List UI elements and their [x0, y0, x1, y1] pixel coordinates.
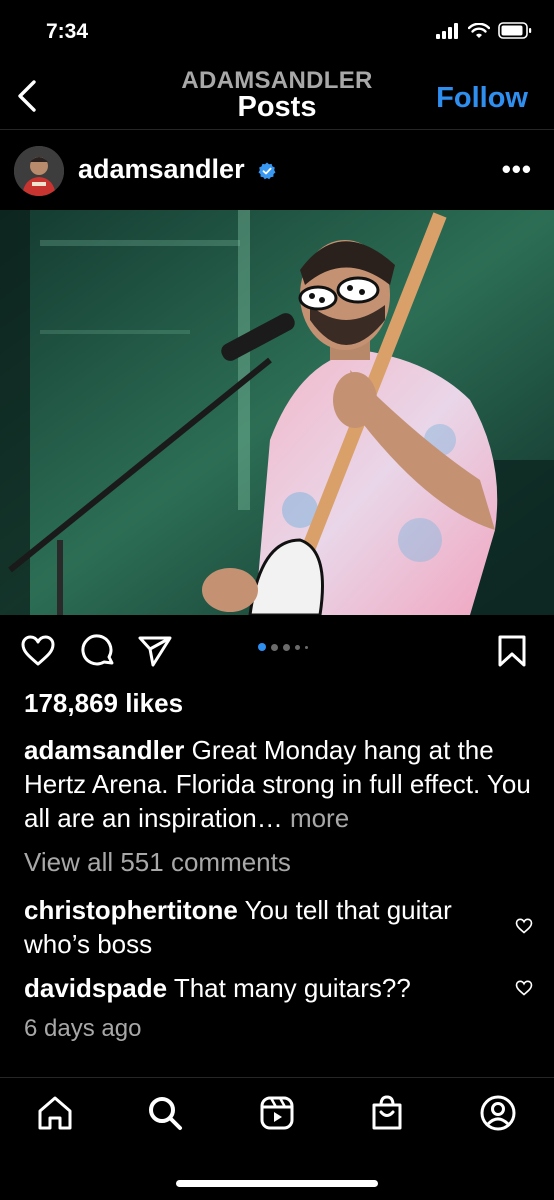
- bookmark-icon[interactable]: [494, 633, 530, 669]
- status-time: 7:34: [46, 20, 89, 43]
- wifi-icon: [468, 22, 490, 38]
- post-time-ago: 6 days ago: [24, 1015, 142, 1042]
- carousel-dot: [295, 644, 300, 650]
- carousel-indicator: [258, 643, 308, 651]
- shop-icon[interactable]: [368, 1094, 406, 1132]
- carousel-dot: [271, 643, 278, 651]
- home-indicator: [176, 1180, 378, 1187]
- profile-icon[interactable]: [479, 1094, 517, 1132]
- comment-text: That many guitars??: [173, 973, 411, 1003]
- nav-divider: [0, 1077, 554, 1078]
- carousel-dot-active: [258, 643, 266, 651]
- carousel-dot: [283, 643, 290, 651]
- more-options-icon[interactable]: •••: [502, 154, 532, 185]
- heart-icon[interactable]: [20, 633, 56, 669]
- reels-icon[interactable]: [258, 1094, 296, 1132]
- comment-item: christophertitone You tell that guitar w…: [24, 893, 494, 961]
- comment-like-heart-icon[interactable]: [515, 917, 533, 935]
- comment-item: davidspade That many guitars??: [24, 971, 494, 1005]
- post-photo[interactable]: [0, 210, 554, 615]
- verified-badge-icon: [258, 162, 276, 180]
- caption-more-link[interactable]: more: [290, 803, 349, 833]
- comment-username[interactable]: christophertitone: [24, 895, 238, 925]
- status-icons: [436, 22, 532, 39]
- comment-icon[interactable]: [80, 633, 116, 669]
- avatar[interactable]: [14, 146, 64, 196]
- search-icon[interactable]: [146, 1094, 184, 1132]
- battery-icon: [498, 22, 532, 39]
- likes-count[interactable]: 178,869 likes: [24, 688, 183, 719]
- post-caption: adamsandler Great Monday hang at the Her…: [24, 733, 534, 835]
- paper-plane-icon[interactable]: [137, 633, 173, 669]
- caption-username[interactable]: adamsandler: [24, 735, 184, 765]
- comment-like-heart-icon[interactable]: [515, 979, 533, 997]
- follow-button[interactable]: Follow: [436, 82, 528, 115]
- post-username[interactable]: adamsandler: [78, 154, 245, 185]
- comment-username[interactable]: davidspade: [24, 973, 167, 1003]
- view-all-comments-link[interactable]: View all 551 comments: [24, 847, 291, 878]
- signal-icon: [436, 22, 458, 39]
- carousel-dot: [305, 645, 308, 649]
- home-icon[interactable]: [36, 1094, 74, 1132]
- header-divider: [0, 129, 554, 130]
